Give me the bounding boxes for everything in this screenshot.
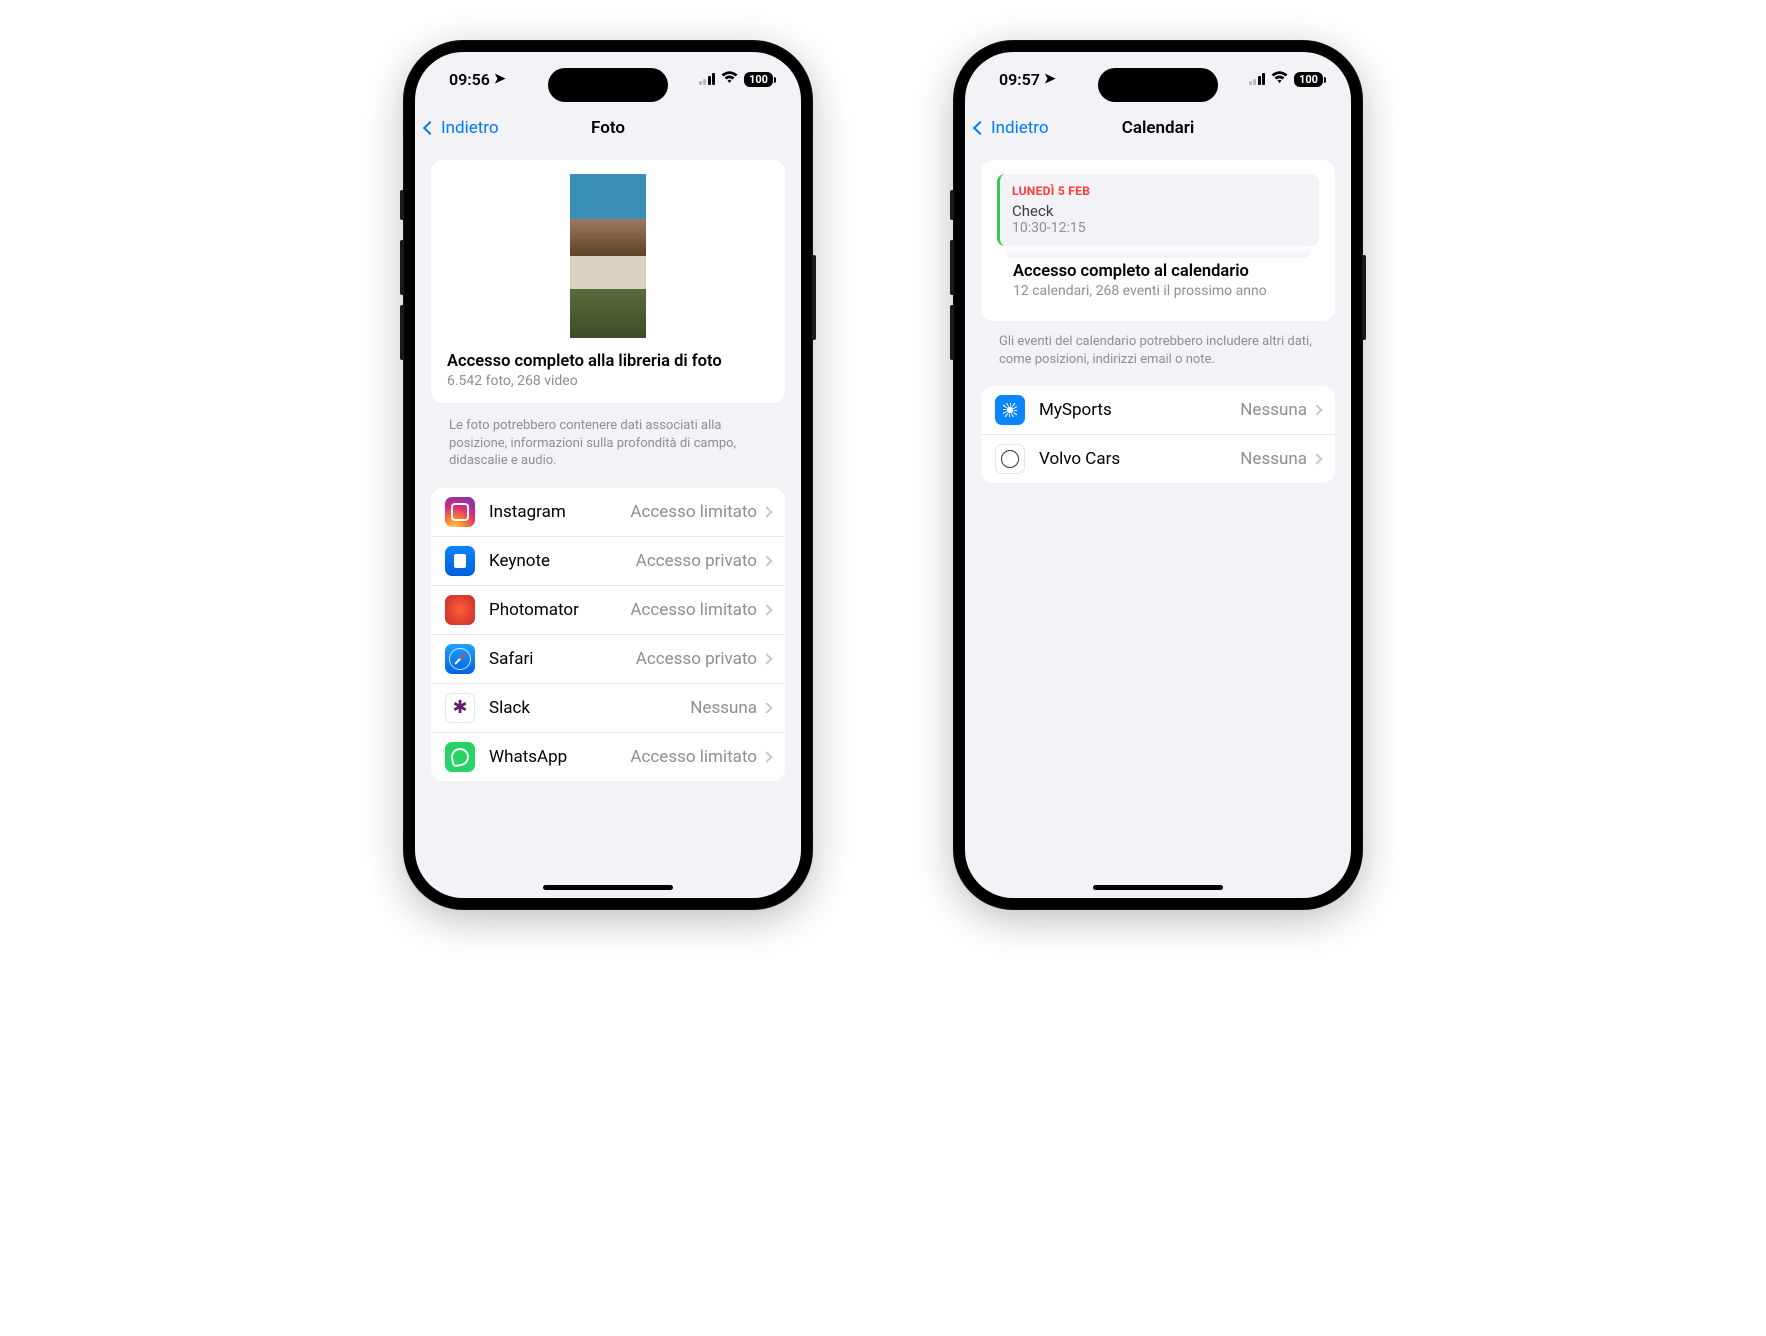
chevron-left-icon bbox=[423, 121, 437, 135]
wifi-icon bbox=[721, 70, 738, 88]
home-indicator[interactable] bbox=[1093, 885, 1223, 890]
volume-up[interactable] bbox=[400, 240, 404, 295]
content[interactable]: Accesso completo alla libreria di foto 6… bbox=[415, 150, 801, 898]
screen: 09:57 ➤ 100 Indietro Calendari LUNEDÌ 5 … bbox=[965, 52, 1351, 898]
chevron-right-icon bbox=[1311, 453, 1322, 464]
chevron-left-icon bbox=[973, 121, 987, 135]
summary-title: Accesso completo alla libreria di foto bbox=[447, 352, 769, 371]
back-label: Indietro bbox=[991, 118, 1049, 138]
app-row-instagram[interactable]: InstagramAccesso limitato bbox=[431, 488, 785, 536]
summary-subtitle: 6.542 foto, 268 video bbox=[447, 373, 769, 389]
chevron-right-icon bbox=[761, 506, 772, 517]
app-name: Safari bbox=[489, 649, 636, 669]
app-row-photomator[interactable]: PhotomatorAccesso limitato bbox=[431, 585, 785, 634]
app-name: Volvo Cars bbox=[1039, 449, 1240, 469]
battery-icon: 100 bbox=[744, 72, 773, 87]
volume-up[interactable] bbox=[950, 240, 954, 295]
back-label: Indietro bbox=[441, 118, 499, 138]
screen: 09:56 ➤ 100 Indietro Foto bbox=[415, 52, 801, 898]
app-access-value: Nessuna bbox=[690, 698, 757, 718]
keynote-icon bbox=[445, 546, 475, 576]
power-button[interactable] bbox=[1362, 255, 1366, 340]
app-access-value: Nessuna bbox=[1240, 449, 1307, 469]
slack-icon bbox=[445, 693, 475, 723]
app-name: WhatsApp bbox=[489, 747, 630, 767]
wifi-icon bbox=[1271, 70, 1288, 88]
photomator-icon bbox=[445, 595, 475, 625]
event-title: Check bbox=[1012, 202, 1307, 220]
chevron-right-icon bbox=[761, 604, 772, 615]
app-row-slack[interactable]: SlackNessuna bbox=[431, 683, 785, 732]
power-button[interactable] bbox=[812, 255, 816, 340]
event-time: 10:30-12:15 bbox=[1012, 220, 1307, 236]
cellular-icon bbox=[1249, 73, 1266, 85]
volume-down[interactable] bbox=[400, 305, 404, 360]
dynamic-island bbox=[1098, 68, 1218, 102]
app-name: Slack bbox=[489, 698, 690, 718]
phone-right: 09:57 ➤ 100 Indietro Calendari LUNEDÌ 5 … bbox=[953, 40, 1363, 910]
cellular-icon bbox=[699, 73, 716, 85]
app-list: MySportsNessunaVolvo CarsNessuna bbox=[981, 386, 1335, 483]
dynamic-island bbox=[548, 68, 668, 102]
chevron-right-icon bbox=[761, 653, 772, 664]
location-icon: ➤ bbox=[494, 71, 506, 87]
app-row-volvo-cars[interactable]: Volvo CarsNessuna bbox=[981, 434, 1335, 483]
app-name: MySports bbox=[1039, 400, 1240, 420]
summary-title: Accesso completo al calendario bbox=[1013, 262, 1303, 281]
app-row-whatsapp[interactable]: WhatsAppAccesso limitato bbox=[431, 732, 785, 781]
phone-left: 09:56 ➤ 100 Indietro Foto bbox=[403, 40, 813, 910]
privacy-note: Le foto potrebbero contenere dati associ… bbox=[431, 411, 785, 488]
app-access-value: Accesso privato bbox=[636, 551, 757, 571]
page-title: Foto bbox=[591, 118, 625, 138]
thumb-1 bbox=[570, 174, 646, 256]
photo-thumbnails bbox=[570, 174, 646, 338]
mute-switch[interactable] bbox=[400, 190, 404, 220]
chevron-right-icon bbox=[1311, 404, 1322, 415]
back-button[interactable]: Indietro bbox=[975, 106, 1049, 150]
app-name: Photomator bbox=[489, 600, 630, 620]
app-name: Keynote bbox=[489, 551, 636, 571]
calendar-summary-card: LUNEDÌ 5 FEB Check 10:30-12:15 Accesso c… bbox=[981, 160, 1335, 321]
chevron-right-icon bbox=[761, 555, 772, 566]
status-time: 09:56 bbox=[449, 70, 490, 89]
instagram-icon bbox=[445, 497, 475, 527]
app-row-safari[interactable]: SafariAccesso privato bbox=[431, 634, 785, 683]
event-date: LUNEDÌ 5 FEB bbox=[1012, 184, 1307, 198]
chevron-right-icon bbox=[761, 751, 772, 762]
app-access-value: Nessuna bbox=[1240, 400, 1307, 420]
app-list: InstagramAccesso limitatoKeynoteAccesso … bbox=[431, 488, 785, 781]
app-row-mysports[interactable]: MySportsNessuna bbox=[981, 386, 1335, 434]
app-access-value: Accesso limitato bbox=[630, 600, 757, 620]
home-indicator[interactable] bbox=[543, 885, 673, 890]
event-preview: LUNEDÌ 5 FEB Check 10:30-12:15 bbox=[997, 174, 1319, 246]
content[interactable]: LUNEDÌ 5 FEB Check 10:30-12:15 Accesso c… bbox=[965, 150, 1351, 898]
event-stack-decor bbox=[1005, 246, 1311, 258]
page-title: Calendari bbox=[1122, 118, 1195, 138]
mute-switch[interactable] bbox=[950, 190, 954, 220]
mysports-icon bbox=[995, 395, 1025, 425]
volvo-icon bbox=[995, 444, 1025, 474]
location-icon: ➤ bbox=[1044, 71, 1056, 87]
nav-bar: Indietro Calendari bbox=[965, 106, 1351, 150]
app-access-value: Accesso privato bbox=[636, 649, 757, 669]
volume-down[interactable] bbox=[950, 305, 954, 360]
app-access-value: Accesso limitato bbox=[630, 747, 757, 767]
safari-icon bbox=[445, 644, 475, 674]
nav-bar: Indietro Foto bbox=[415, 106, 801, 150]
app-row-keynote[interactable]: KeynoteAccesso privato bbox=[431, 536, 785, 585]
back-button[interactable]: Indietro bbox=[425, 106, 499, 150]
app-access-value: Accesso limitato bbox=[630, 502, 757, 522]
thumb-2 bbox=[570, 256, 646, 338]
whatsapp-icon bbox=[445, 742, 475, 772]
app-name: Instagram bbox=[489, 502, 630, 522]
battery-icon: 100 bbox=[1294, 72, 1323, 87]
summary-subtitle: 12 calendari, 268 eventi il prossimo ann… bbox=[1013, 283, 1303, 299]
status-time: 09:57 bbox=[999, 70, 1040, 89]
privacy-note: Gli eventi del calendario potrebbero inc… bbox=[981, 327, 1335, 386]
chevron-right-icon bbox=[761, 702, 772, 713]
photos-summary-card: Accesso completo alla libreria di foto 6… bbox=[431, 160, 785, 403]
